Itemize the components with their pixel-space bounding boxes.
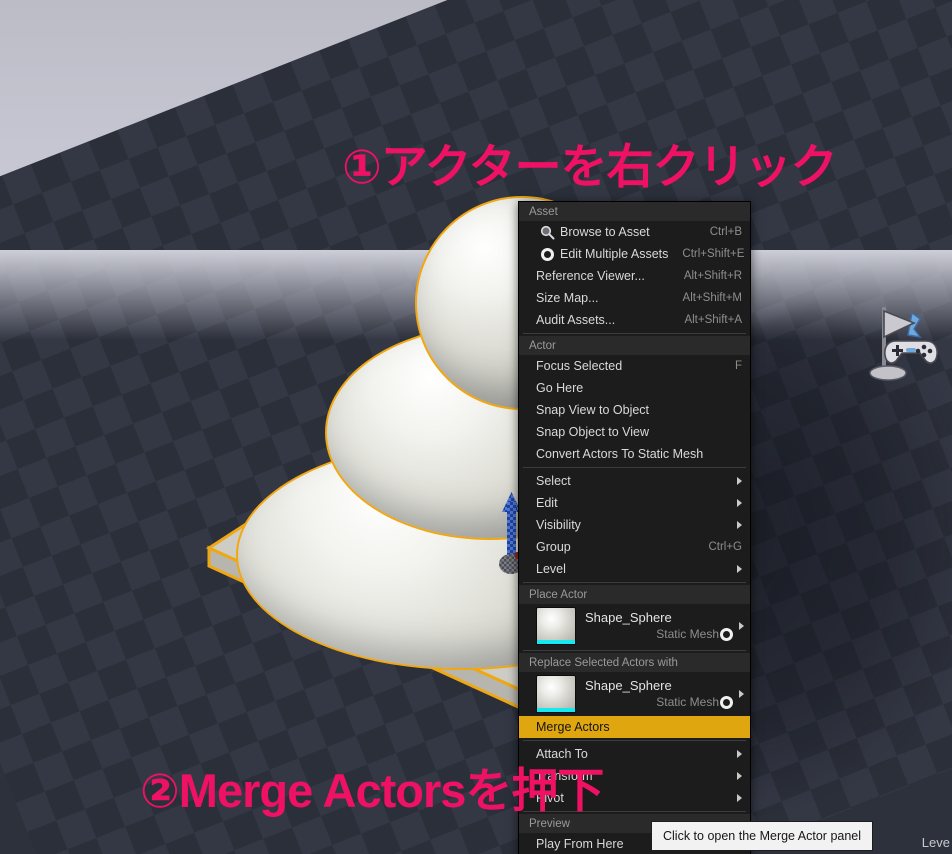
menu-item-focus-selected[interactable]: Focus Selected F (519, 355, 750, 377)
menu-item-shortcut: Alt+Shift+M (682, 292, 742, 304)
chevron-right-icon (737, 772, 742, 780)
chevron-right-icon (737, 794, 742, 802)
menu-item-edit[interactable]: Edit (519, 492, 750, 514)
magnifier-icon (539, 224, 555, 240)
chevron-right-icon (739, 622, 744, 630)
asset-type-label: Static Mesh (656, 695, 719, 709)
menu-item-audit-assets[interactable]: Audit Assets... Alt+Shift+A (519, 309, 750, 331)
asset-type: Static Mesh (585, 626, 733, 643)
chevron-right-icon (739, 690, 744, 698)
menu-item-merge-actors[interactable]: Merge Actors (519, 716, 750, 738)
chevron-right-icon (737, 477, 742, 485)
menu-item-shortcut: Ctrl+G (708, 541, 742, 553)
ring-icon (720, 628, 733, 641)
menu-item-browse-to-asset[interactable]: Browse to Asset Ctrl+B (519, 221, 750, 243)
menu-item-label: Visibility (536, 518, 581, 532)
menu-item-replace-actor-shape-sphere[interactable]: Shape_Sphere Static Mesh (519, 672, 750, 716)
merge-actor-tooltip: Click to open the Merge Actor panel (651, 821, 874, 851)
menu-item-shortcut: Alt+Shift+R (683, 270, 742, 282)
chevron-right-icon (737, 565, 742, 573)
asset-name: Shape_Sphere (585, 678, 672, 693)
menu-item-level[interactable]: Level (519, 558, 750, 580)
menu-item-go-here[interactable]: Go Here (519, 377, 750, 399)
menu-item-convert-actors-to-static-mesh[interactable]: Convert Actors To Static Mesh (519, 443, 750, 465)
menu-section-replace-actor-title: Replace Selected Actors with (519, 653, 750, 672)
asset-meta: Shape_Sphere Static Mesh (576, 607, 733, 645)
ring-icon (539, 246, 555, 262)
menu-item-label: Go Here (536, 381, 584, 395)
menu-section-asset-title: Asset (519, 202, 750, 221)
menu-item-label: Edit Multiple Assets (560, 247, 669, 261)
menu-item-label: Level (536, 562, 566, 576)
chevron-right-icon (737, 750, 742, 758)
menu-item-visibility[interactable]: Visibility (519, 514, 750, 536)
menu-item-shortcut: Ctrl+B (709, 226, 742, 238)
asset-type: Static Mesh (585, 694, 733, 711)
menu-item-label: Snap View to Object (536, 403, 650, 417)
player-start-icon[interactable] (862, 295, 948, 387)
screenshot-root: Leve Asset Browse to Asset Ctrl+B Edit M… (0, 0, 952, 854)
sphere-thumbnail (536, 675, 576, 713)
annotation-step-2: ②Merge Actorsを押下 (140, 764, 604, 817)
menu-item-reference-viewer[interactable]: Reference Viewer... Alt+Shift+R (519, 265, 750, 287)
menu-item-label: Select (536, 474, 571, 488)
menu-item-shortcut: Ctrl+Shift+E (682, 248, 745, 260)
menu-item-label: Merge Actors (536, 720, 610, 734)
asset-meta: Shape_Sphere Static Mesh (576, 675, 733, 713)
menu-item-label: Snap Object to View (536, 425, 650, 439)
menu-item-label: Convert Actors To Static Mesh (536, 447, 704, 461)
menu-item-size-map[interactable]: Size Map... Alt+Shift+M (519, 287, 750, 309)
menu-item-label: Group (536, 540, 571, 554)
asset-type-label: Static Mesh (656, 627, 719, 641)
menu-item-label: Reference Viewer... (536, 269, 645, 283)
menu-section-actor-title: Actor (519, 336, 750, 355)
menu-item-label: Focus Selected (536, 359, 623, 373)
menu-item-snap-view-to-object[interactable]: Snap View to Object (519, 399, 750, 421)
level-label: Leve (921, 835, 950, 850)
sphere-thumbnail (536, 607, 576, 645)
annotation-step-1: ①アクターを右クリック (342, 140, 838, 193)
ring-icon (720, 696, 733, 709)
menu-section-place-actor-title: Place Actor (519, 585, 750, 604)
asset-name: Shape_Sphere (585, 610, 672, 625)
menu-item-label: Size Map... (536, 291, 599, 305)
menu-separator (523, 582, 746, 583)
menu-separator (523, 467, 746, 468)
chevron-right-icon (737, 499, 742, 507)
menu-item-place-actor-shape-sphere[interactable]: Shape_Sphere Static Mesh (519, 604, 750, 648)
menu-separator (523, 333, 746, 334)
menu-item-shortcut: Alt+Shift+A (684, 314, 742, 326)
chevron-right-icon (737, 521, 742, 529)
menu-separator (523, 740, 746, 741)
menu-item-label: Audit Assets... (536, 313, 616, 327)
menu-item-snap-object-to-view[interactable]: Snap Object to View (519, 421, 750, 443)
menu-item-edit-multiple-assets[interactable]: Edit Multiple Assets Ctrl+Shift+E (519, 243, 750, 265)
menu-item-shortcut: F (734, 360, 742, 372)
menu-item-label: Play From Here (536, 837, 624, 851)
menu-item-group[interactable]: Group Ctrl+G (519, 536, 750, 558)
menu-item-select[interactable]: Select (519, 470, 750, 492)
menu-separator (523, 650, 746, 651)
menu-item-label: Edit (536, 496, 558, 510)
